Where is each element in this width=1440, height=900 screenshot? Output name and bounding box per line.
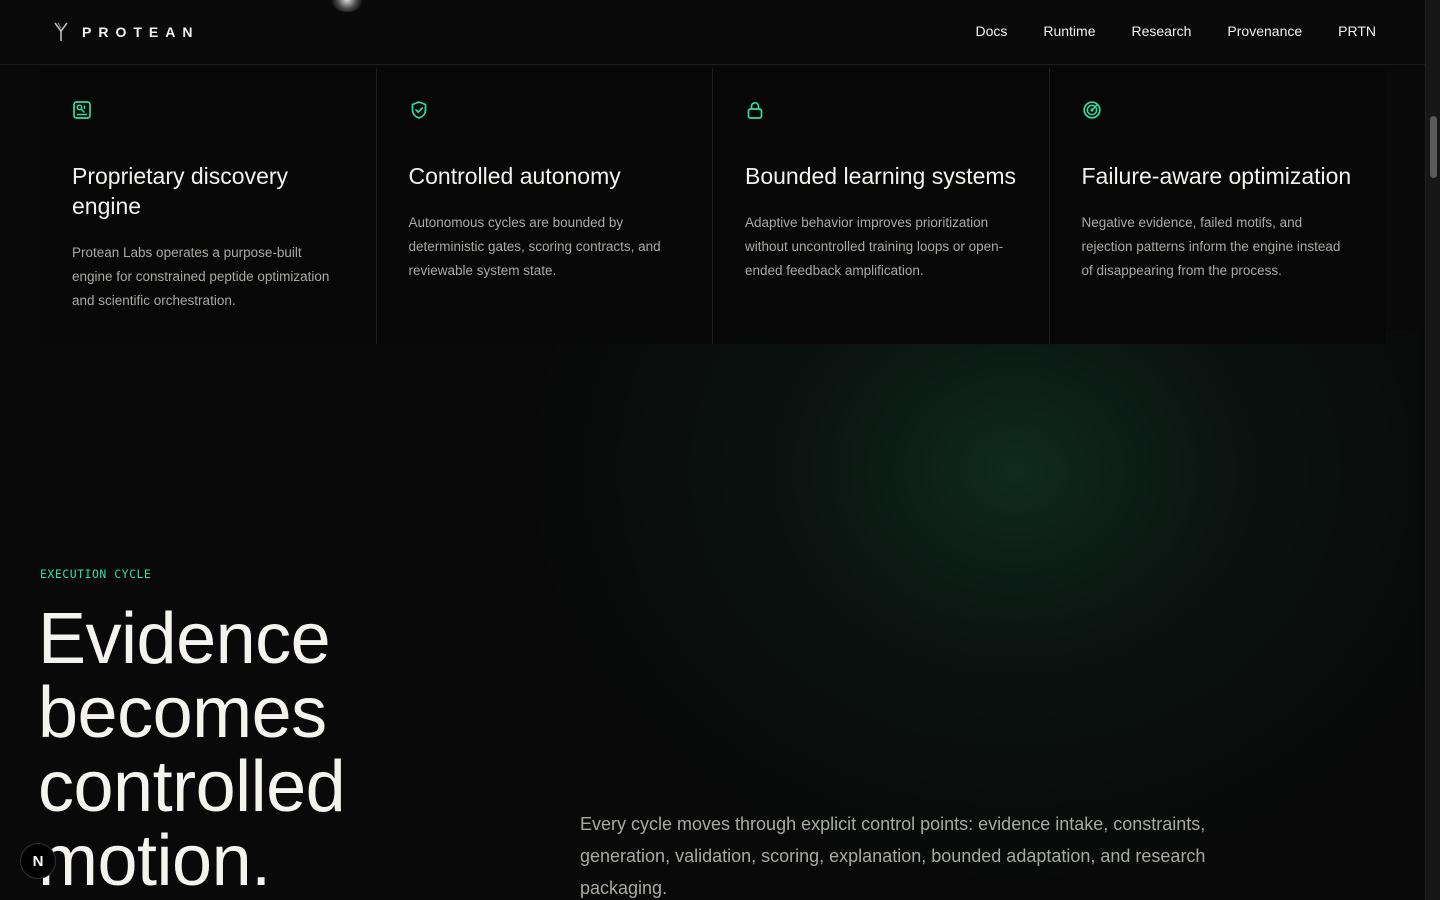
radar-target-icon (1082, 101, 1101, 119)
feature-description: Protean Labs operates a purpose-built en… (72, 245, 330, 308)
feature-card-learning: Bounded learning systems Adaptive behavi… (712, 68, 1049, 344)
nav-docs[interactable]: Docs (975, 20, 1007, 42)
site-header: PROTEAN Docs Runtime Research Provenance… (0, 0, 1425, 65)
nav-research[interactable]: Research (1132, 20, 1192, 42)
feature-description: Autonomous cycles are bounded by determi… (408, 215, 661, 278)
main-nav: Docs Runtime Research Provenance PRTN (975, 20, 1376, 42)
feature-title: Proprietary discovery engine (72, 163, 289, 219)
brand-logo-link[interactable]: PROTEAN (54, 20, 199, 44)
brand-wordmark: PROTEAN (82, 24, 200, 40)
nextjs-dev-badge[interactable]: N (20, 843, 56, 879)
nav-prtn[interactable]: PRTN (1338, 20, 1376, 42)
feature-card-autonomy: Controlled autonomy Autonomous cycles ar… (375, 68, 712, 344)
scrollbar[interactable] (1425, 0, 1440, 900)
feature-title: Controlled autonomy (408, 163, 621, 189)
badge-letter: N (32, 852, 44, 870)
background-glow (520, 330, 1420, 890)
scrollbar-thumb[interactable] (1430, 116, 1437, 178)
page: PROTEAN Docs Runtime Research Provenance… (0, 0, 1440, 900)
feature-cards: Proprietary discovery engine Protean Lab… (40, 68, 1385, 344)
feature-description: Negative evidence, failed motifs, and re… (1081, 215, 1341, 278)
feature-description: Adaptive behavior improves prioritizatio… (745, 215, 1004, 278)
protean-logo-icon (54, 22, 68, 41)
section-description: Every cycle moves through explicit contr… (580, 814, 1206, 898)
shield-check-icon (411, 101, 426, 119)
nav-provenance[interactable]: Provenance (1227, 20, 1302, 42)
section-eyebrow: EXECUTION CYCLE (40, 567, 152, 581)
feature-title: Bounded learning systems (745, 163, 1017, 189)
feature-card-discovery: Proprietary discovery engine Protean Lab… (40, 68, 376, 344)
section-headline: Evidence becomes controlled motion. (38, 599, 346, 900)
feature-title: Failure-aware optimization (1081, 163, 1352, 189)
discovery-engine-icon (73, 101, 91, 119)
lock-icon (747, 101, 763, 119)
nav-runtime[interactable]: Runtime (1043, 20, 1095, 42)
feature-card-optimization: Failure-aware optimization Negative evid… (1048, 68, 1385, 344)
